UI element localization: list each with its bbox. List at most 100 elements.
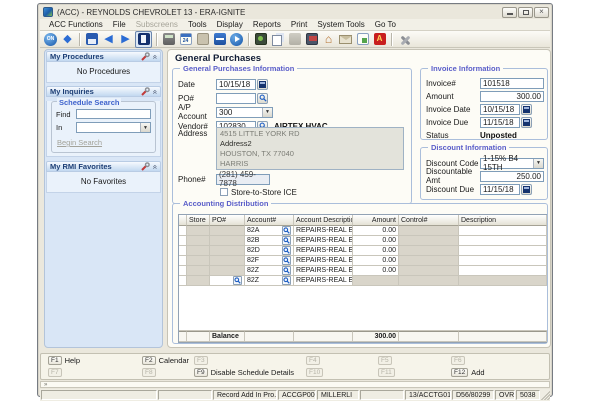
invoice-date-calendar-button[interactable] bbox=[521, 104, 532, 115]
screens-icon[interactable] bbox=[253, 32, 268, 47]
in-select[interactable]: ▼ bbox=[76, 122, 151, 133]
begin-search-link[interactable]: Begin Search bbox=[57, 138, 102, 147]
collapse-icon[interactable]: » bbox=[151, 164, 159, 168]
store-to-store-ice-checkbox[interactable] bbox=[220, 188, 228, 196]
account-search-button[interactable] bbox=[282, 236, 291, 245]
panel-my-rmi-favorites-header[interactable]: My RMI Favorites » bbox=[46, 161, 161, 172]
panel-title: My Procedures bbox=[50, 52, 141, 61]
menu-print[interactable]: Print bbox=[286, 20, 312, 29]
desc-cell[interactable] bbox=[459, 246, 547, 256]
save-icon[interactable] bbox=[84, 32, 99, 47]
menu-reports[interactable]: Reports bbox=[248, 20, 286, 29]
invoice-date-field[interactable]: 10/15/18 bbox=[480, 104, 520, 115]
navigator-icon[interactable]: ◆ bbox=[60, 32, 75, 47]
app-icon bbox=[43, 7, 53, 17]
accounting-table: Store PO# Account# Account Description A… bbox=[178, 214, 547, 343]
date-field[interactable]: 10/15/18 bbox=[216, 79, 256, 90]
discount-code-select[interactable]: 1-15% B4 15TH▼ bbox=[480, 158, 544, 169]
invoice-due-calendar-button[interactable] bbox=[521, 117, 532, 128]
chevron-down-icon[interactable]: ▼ bbox=[140, 123, 150, 132]
po-search-button[interactable] bbox=[233, 276, 242, 285]
f1-key[interactable]: F1 bbox=[48, 356, 62, 365]
po-search-button[interactable] bbox=[257, 93, 268, 104]
discount-due-calendar-button[interactable] bbox=[521, 184, 532, 195]
maximize-button[interactable] bbox=[518, 7, 533, 18]
account-search-button[interactable] bbox=[282, 276, 291, 285]
reynolds-on-icon[interactable]: ON bbox=[43, 32, 58, 47]
discount-due-field[interactable]: 11/15/18 bbox=[480, 184, 520, 195]
amount-cell[interactable]: 0.00 bbox=[353, 226, 399, 236]
account-search-button[interactable] bbox=[282, 256, 291, 265]
copy-screens-icon[interactable] bbox=[270, 32, 285, 47]
back-icon[interactable]: ◀ bbox=[101, 32, 116, 47]
account-cell[interactable]: 82B bbox=[245, 236, 294, 246]
close-button[interactable]: × bbox=[534, 7, 549, 18]
monitor-icon[interactable] bbox=[304, 32, 319, 47]
notes-icon[interactable] bbox=[355, 32, 370, 47]
col-header-desc: Description bbox=[459, 215, 547, 226]
forward-icon[interactable]: ▶ bbox=[118, 32, 133, 47]
calendar-icon[interactable]: 24 bbox=[178, 32, 193, 47]
menu-system-tools[interactable]: System Tools bbox=[312, 20, 369, 29]
f9-key[interactable]: F9 bbox=[194, 368, 208, 377]
calculator-icon[interactable] bbox=[161, 32, 176, 47]
documentation-icon[interactable] bbox=[212, 32, 227, 47]
account-cell[interactable]: 82F bbox=[245, 256, 294, 266]
amount-cell[interactable]: 0.00 bbox=[353, 266, 399, 276]
desc-cell[interactable] bbox=[459, 256, 547, 266]
collapse-icon[interactable]: » bbox=[151, 54, 159, 58]
terminal-id: D56/80299 bbox=[452, 390, 494, 400]
minimize-button[interactable] bbox=[502, 7, 517, 18]
panel-my-inquiries-header[interactable]: My Inquiries » bbox=[46, 86, 161, 97]
amount-cell[interactable]: 0.00 bbox=[353, 236, 399, 246]
invoice-due-field[interactable]: 11/15/18 bbox=[480, 117, 520, 128]
chevron-down-icon[interactable]: ▼ bbox=[533, 159, 543, 168]
home-icon[interactable]: ⌂ bbox=[321, 32, 336, 47]
mail-icon[interactable] bbox=[338, 32, 353, 47]
po-cell[interactable] bbox=[210, 276, 245, 286]
menu-tools[interactable]: Tools bbox=[183, 20, 212, 29]
account-cell[interactable]: 82D bbox=[245, 246, 294, 256]
menu-display[interactable]: Display bbox=[212, 20, 248, 29]
play-icon[interactable] bbox=[229, 32, 244, 47]
ap-account-select[interactable]: 300▼ bbox=[216, 107, 273, 118]
menu-go-to[interactable]: Go To bbox=[370, 20, 401, 29]
panel-my-procedures-header[interactable]: My Procedures » bbox=[46, 51, 161, 62]
account-cell[interactable]: 82Z bbox=[245, 276, 294, 286]
f6-key: F6 bbox=[451, 356, 465, 365]
account-search-button[interactable] bbox=[282, 226, 291, 235]
amount-cell[interactable]: 0.00 bbox=[353, 256, 399, 266]
po-cell bbox=[210, 266, 245, 276]
po-field[interactable] bbox=[216, 93, 256, 104]
wrench-icon[interactable] bbox=[141, 158, 150, 176]
account-cell[interactable]: 82A bbox=[245, 226, 294, 236]
menu-file[interactable]: File bbox=[108, 20, 131, 29]
collapse-icon[interactable]: » bbox=[151, 89, 159, 93]
message-expander-bar[interactable]: » bbox=[40, 381, 550, 388]
discountable-amt-field[interactable]: 250.00 bbox=[480, 171, 544, 182]
account-search-button[interactable] bbox=[282, 246, 291, 255]
menu-acc-functions[interactable]: ACC Functions bbox=[44, 20, 108, 29]
title-bar[interactable]: (ACC) - REYNOLDS CHEVROLET 13 - ERA-IGNI… bbox=[40, 5, 550, 19]
chevron-down-icon[interactable]: ▼ bbox=[262, 108, 272, 117]
account-cell[interactable]: 82Z bbox=[245, 266, 294, 276]
resize-grip[interactable] bbox=[541, 390, 550, 400]
f2-key[interactable]: F2 bbox=[142, 356, 156, 365]
col-header-select bbox=[179, 215, 187, 226]
f12-key[interactable]: F12 bbox=[451, 368, 468, 377]
desc-cell[interactable] bbox=[459, 226, 547, 236]
tools-icon[interactable] bbox=[396, 32, 411, 47]
accounting-icon[interactable]: A bbox=[372, 32, 387, 47]
amount-cell[interactable]: 0.00 bbox=[353, 246, 399, 256]
date-calendar-button[interactable] bbox=[257, 79, 268, 90]
exit-screen-icon[interactable] bbox=[135, 31, 152, 48]
amount-field[interactable]: 300.00 bbox=[480, 91, 544, 102]
desc-cell[interactable] bbox=[459, 266, 547, 276]
wrench-icon[interactable] bbox=[141, 83, 150, 101]
logout-door-icon[interactable] bbox=[195, 32, 210, 47]
desc-cell[interactable] bbox=[459, 236, 547, 246]
invoice-number-field[interactable]: 101518 bbox=[480, 78, 544, 89]
find-input[interactable] bbox=[76, 109, 151, 119]
wrench-icon[interactable] bbox=[141, 48, 150, 66]
account-search-button[interactable] bbox=[282, 266, 291, 275]
